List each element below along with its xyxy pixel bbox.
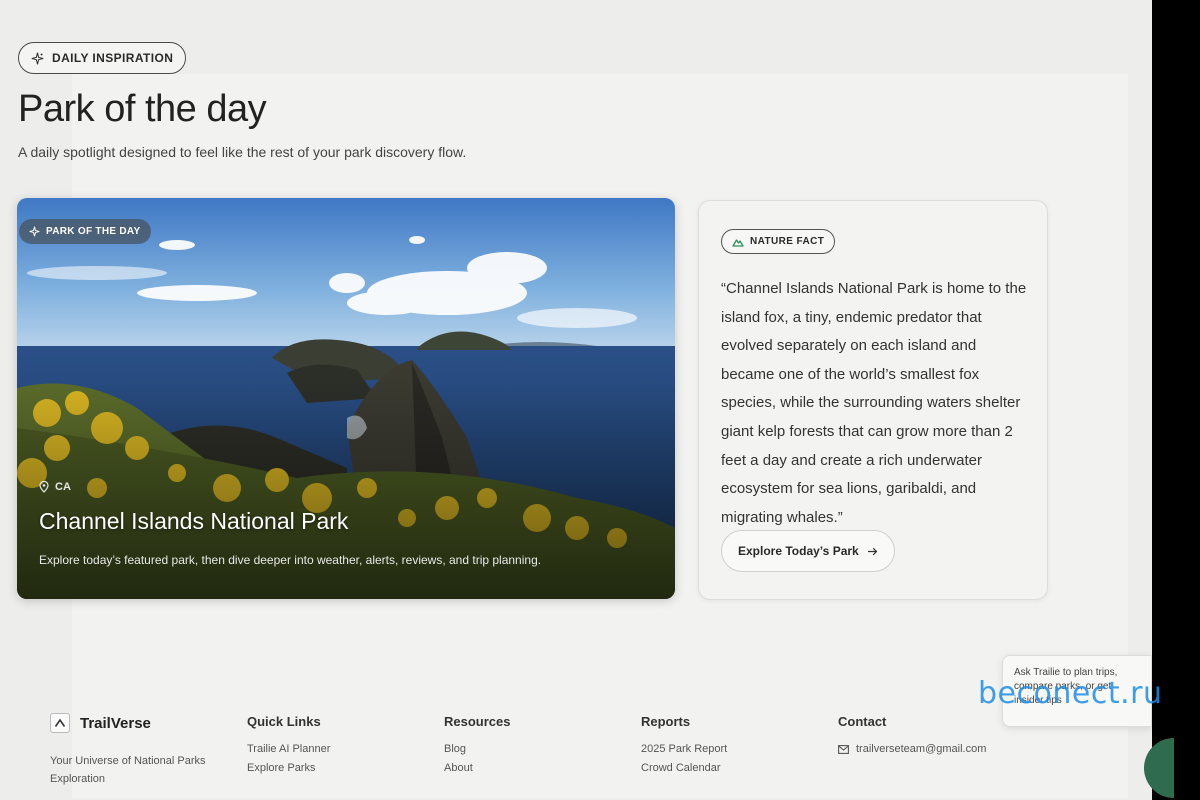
footer-link-park-report[interactable]: 2025 Park Report — [641, 743, 727, 755]
mail-icon — [838, 744, 849, 754]
brand-tagline: Your Universe of National Parks Explorat… — [50, 755, 206, 785]
brand-name: TrailVerse — [80, 714, 151, 732]
footer-brand[interactable]: TrailVerse — [50, 713, 151, 733]
park-of-the-day-badge: Park of the day — [19, 219, 151, 244]
nature-fact-label: Nature Fact — [750, 236, 825, 247]
footer-column-title: Resources — [444, 714, 511, 729]
nature-fact-badge: Nature Fact — [721, 229, 836, 254]
mountain-icon — [732, 238, 744, 247]
park-of-the-day-label: Park of the day — [46, 226, 141, 237]
sparkle-icon — [29, 226, 40, 237]
footer-column-title: Contact — [838, 714, 887, 729]
footer-column-reports: Reports 2025 Park Report Crowd Calendar — [641, 714, 727, 781]
footer-link-blog[interactable]: Blog — [444, 743, 510, 755]
daily-inspiration-badge: Daily Inspiration — [18, 42, 187, 74]
sparkle-icon — [31, 52, 44, 64]
footer-column-title: Reports — [641, 714, 691, 729]
park-description: Explore today’s featured park, then dive… — [39, 553, 542, 567]
footer-link-crowd-calendar[interactable]: Crowd Calendar — [641, 762, 727, 774]
page-title: Park of the day — [18, 88, 267, 130]
footer-column-contact: Contact trailverseteam@gmail.com — [838, 714, 986, 755]
daily-inspiration-label: Daily Inspiration — [52, 51, 174, 65]
footer-column-resources: Resources Blog About — [444, 714, 510, 781]
park-hero-card[interactable] — [17, 198, 675, 599]
footer-column-quick-links: Quick Links Trailie AI Planner Explore P… — [247, 714, 330, 781]
contact-email-link[interactable]: trailverseteam@gmail.com — [838, 743, 986, 755]
nature-fact-text: “Channel Islands National Park is home t… — [721, 280, 1027, 526]
watermark: beconect.ru — [978, 676, 1163, 711]
footer-link-explore-parks[interactable]: Explore Parks — [247, 762, 330, 774]
park-hero-image — [17, 198, 675, 599]
map-pin-icon — [39, 481, 49, 493]
explore-button-label: Explore Today’s Park — [738, 544, 859, 558]
arrow-right-icon — [867, 547, 878, 555]
footer-column-title: Quick Links — [247, 714, 321, 729]
park-state: CA — [55, 481, 71, 493]
park-name[interactable]: Channel Islands National Park — [39, 508, 348, 535]
footer-link-about[interactable]: About — [444, 762, 510, 774]
contact-email: trailverseteam@gmail.com — [856, 743, 987, 755]
footer-link-trailie-ai-planner[interactable]: Trailie AI Planner — [247, 743, 330, 755]
explore-todays-park-button[interactable]: Explore Today’s Park — [721, 530, 895, 572]
footer: TrailVerse Your Universe of National Par… — [0, 700, 1152, 800]
page-subtitle: A daily spotlight designed to feel like … — [18, 144, 467, 160]
park-location: CA — [39, 481, 71, 493]
mountain-logo-icon — [50, 713, 70, 733]
nature-fact-card: Nature Fact “Channel Islands National Pa… — [698, 200, 1048, 600]
